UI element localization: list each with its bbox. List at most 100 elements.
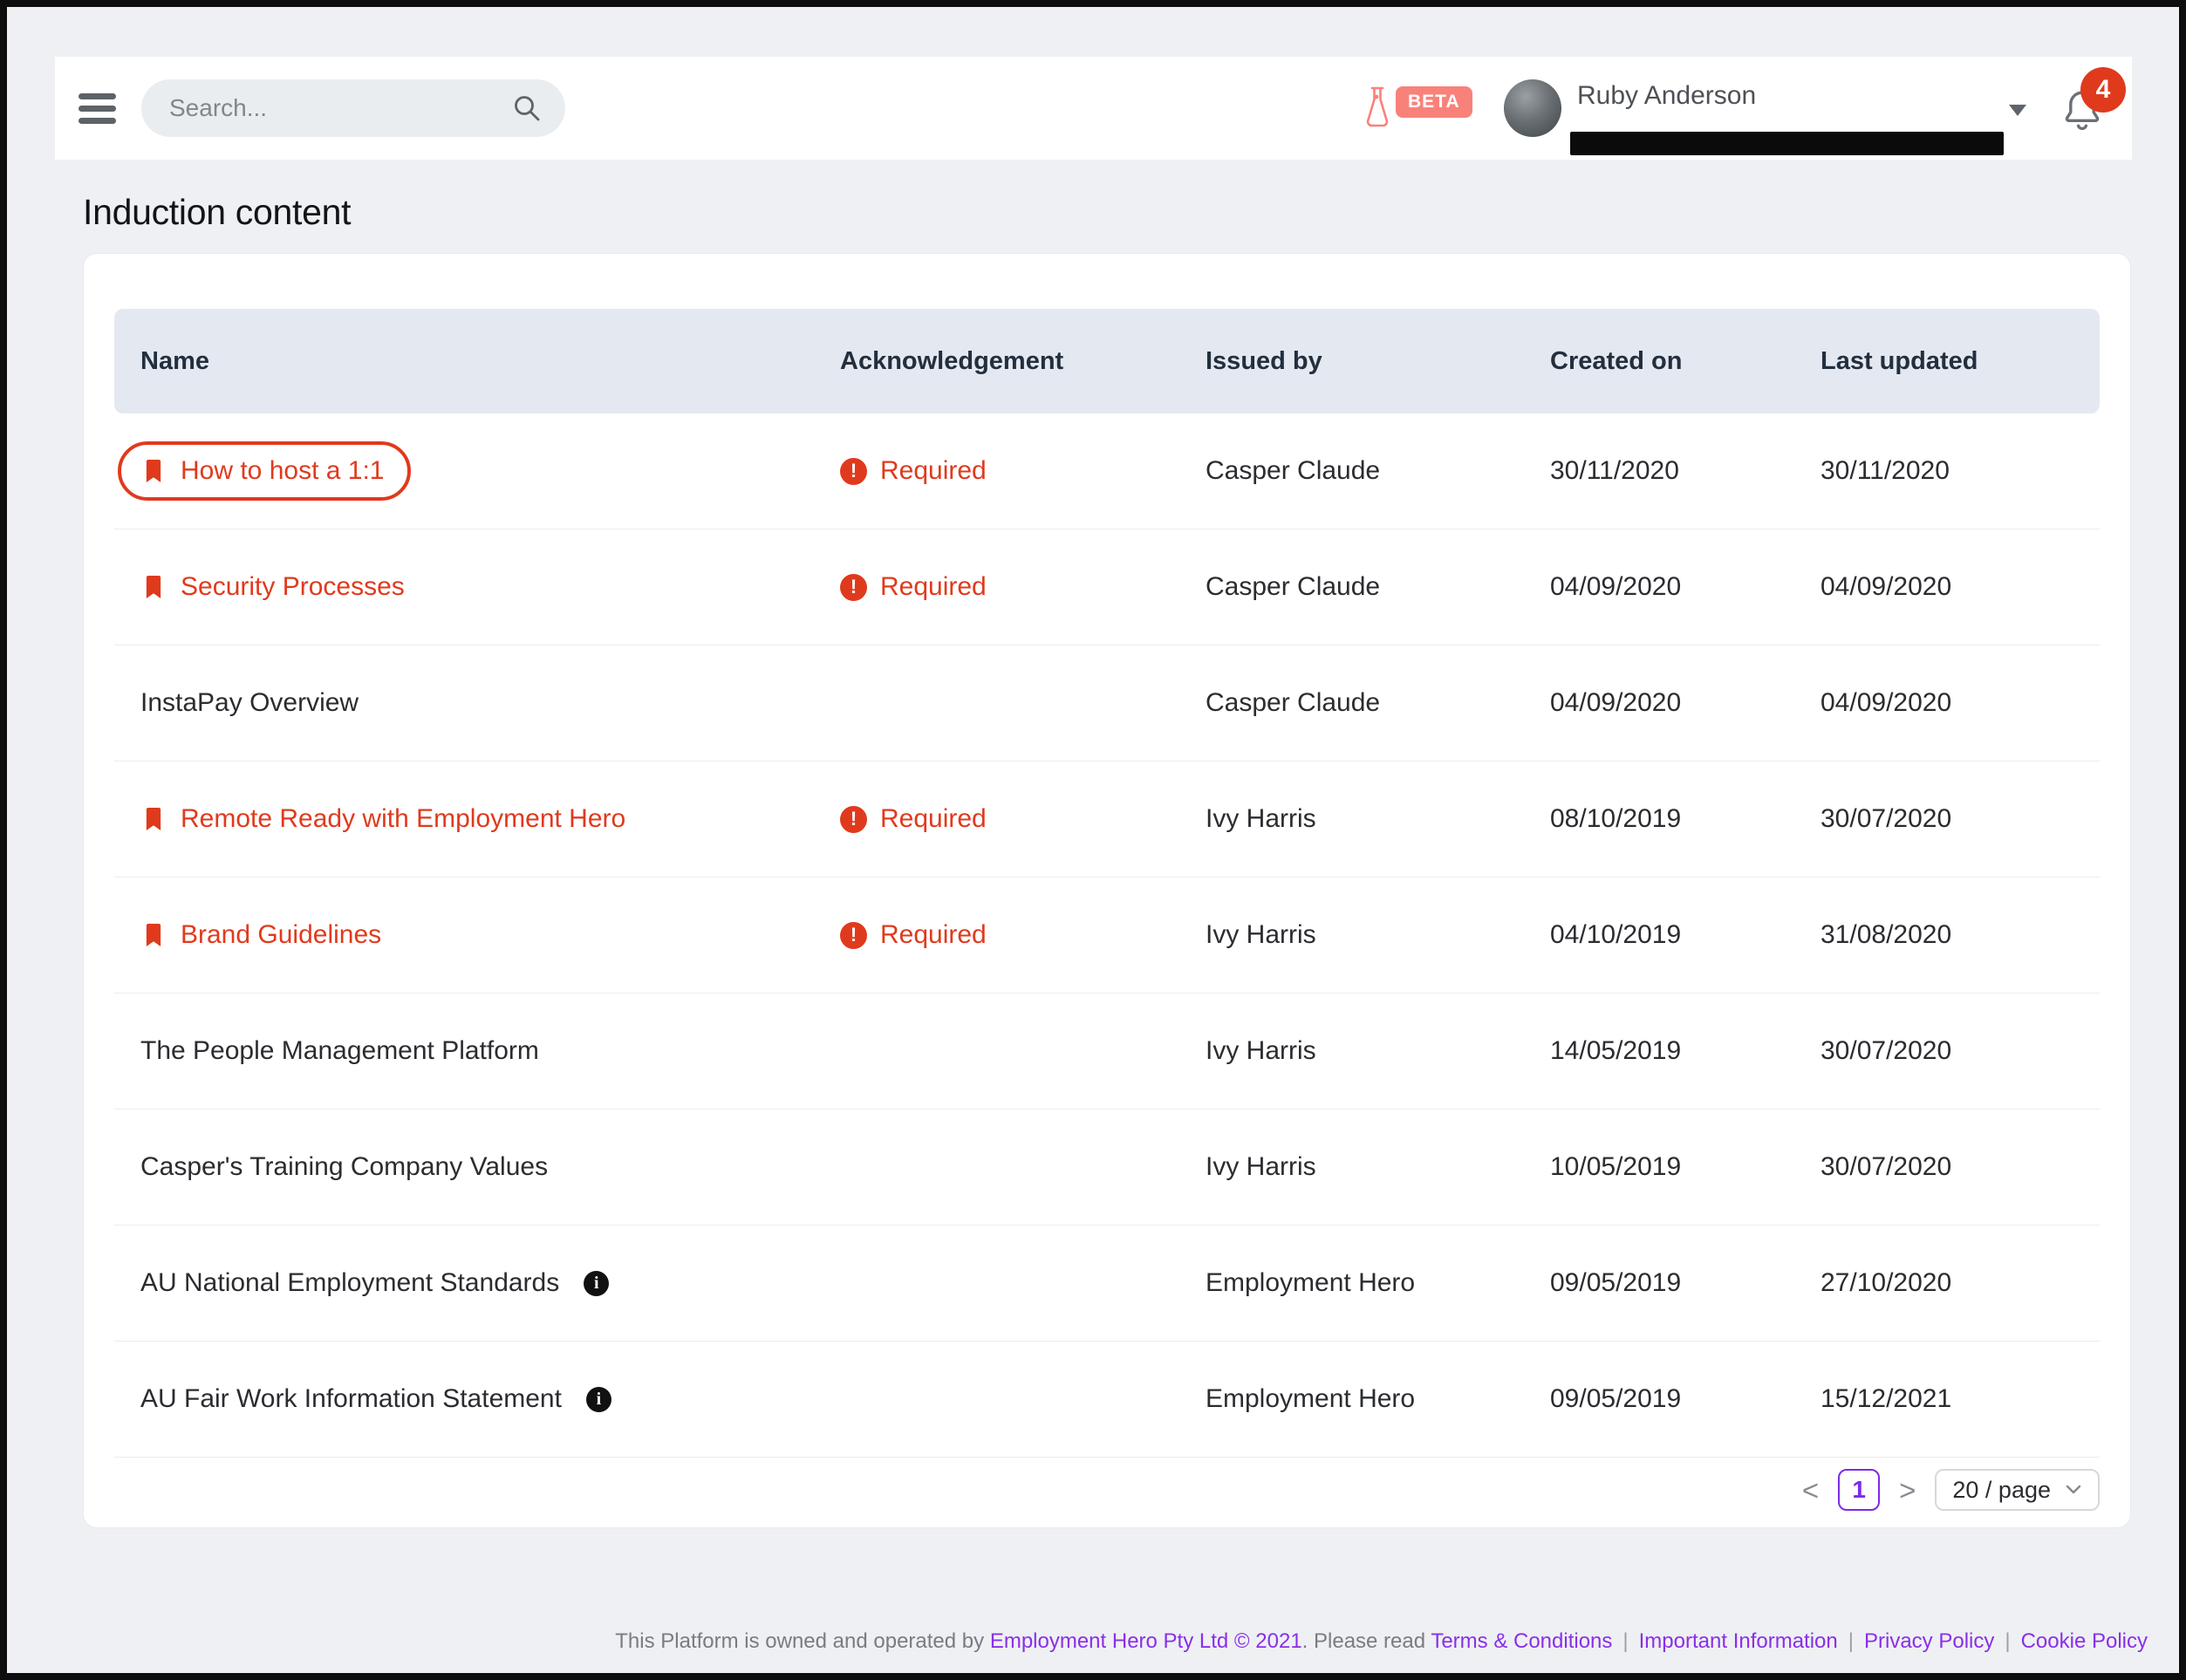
table-row[interactable]: AU National Employment Standards i Emplo… [114,1226,2100,1342]
column-header-issued-by: Issued by [1206,347,1550,376]
menu-icon[interactable] [79,89,117,127]
footer-link-company[interactable]: Employment Hero Pty Ltd © 2021 [990,1629,1302,1653]
content-name-link[interactable]: AU Fair Work Information Statement [140,1384,562,1414]
pagination: < 1 > 20 / page [114,1468,2100,1512]
beta-badge: BETA [1396,86,1472,118]
last-updated-cell: 31/08/2020 [1821,920,2100,950]
footer-separator: | [2005,1629,2010,1653]
acknowledgement-label: Required [880,572,987,602]
created-on-cell: 04/09/2020 [1550,572,1821,602]
issued-by-cell: Employment Hero [1206,1268,1550,1298]
name-cell: Security Processes [140,572,840,602]
bookmark-icon [140,921,167,950]
next-page-button[interactable]: > [1899,1476,1916,1505]
required-icon: ! [840,806,867,833]
last-updated-cell: 27/10/2020 [1821,1268,2100,1298]
name-cell: The People Management Platform [140,1036,840,1066]
info-icon[interactable]: i [584,1271,609,1296]
chevron-down-icon [2065,1484,2082,1496]
footer-link-important-information[interactable]: Important Information [1639,1629,1838,1653]
footer-link-terms[interactable]: Terms & Conditions [1431,1629,1612,1653]
footer-text: This Platform is owned and operated by [615,1629,990,1653]
chevron-down-icon[interactable] [2009,105,2026,116]
table-row[interactable]: Casper's Training Company Values Ivy Har… [114,1110,2100,1226]
created-on-cell: 30/11/2020 [1550,456,1821,486]
acknowledgement-cell: ! Required [840,804,1206,834]
required-icon: ! [840,458,867,485]
table-row[interactable]: How to host a 1:1 ! Required Casper Clau… [114,413,2100,529]
search-bar[interactable] [141,79,565,137]
created-on-cell: 04/10/2019 [1550,920,1821,950]
bookmark-icon [140,805,167,834]
table-row[interactable]: The People Management Platform Ivy Harri… [114,994,2100,1110]
table-row[interactable]: AU Fair Work Information Statement i Emp… [114,1342,2100,1458]
search-icon [511,92,543,124]
page-size-value: 20 / page [1952,1477,2051,1504]
content-name-link[interactable]: Remote Ready with Employment Hero [181,804,625,834]
notification-count-badge[interactable]: 4 [2080,67,2126,113]
name-cell: AU Fair Work Information Statement i [140,1384,840,1414]
name-cell: AU National Employment Standards i [140,1268,840,1298]
issued-by-cell: Ivy Harris [1206,920,1550,950]
bookmark-icon [140,573,167,602]
content-name-link[interactable]: The People Management Platform [140,1036,539,1066]
last-updated-cell: 30/07/2020 [1821,804,2100,834]
issued-by-cell: Casper Claude [1206,456,1550,486]
user-name[interactable]: Ruby Anderson [1577,81,1756,111]
footer-text: . Please read [1302,1629,1431,1653]
content-name-link[interactable]: Brand Guidelines [181,920,381,950]
created-on-cell: 10/05/2019 [1550,1152,1821,1182]
table-row[interactable]: Security Processes ! Required Casper Cla… [114,529,2100,645]
created-on-cell: 14/05/2019 [1550,1036,1821,1066]
required-icon: ! [840,574,867,601]
info-icon[interactable]: i [586,1387,611,1412]
page-size-select[interactable]: 20 / page [1935,1469,2100,1511]
issued-by-cell: Ivy Harris [1206,1036,1550,1066]
footer-link-cookie-policy[interactable]: Cookie Policy [2021,1629,2148,1653]
table-body: How to host a 1:1 ! Required Casper Clau… [114,413,2100,1458]
acknowledgement-cell: ! Required [840,456,1206,486]
acknowledgement-label: Required [880,804,987,834]
beta-flask-icon[interactable] [1365,83,1390,132]
column-header-created-on: Created on [1550,347,1821,376]
name-cell: Casper's Training Company Values [140,1152,840,1182]
created-on-cell: 04/09/2020 [1550,688,1821,718]
acknowledgement-label: Required [880,920,987,950]
issued-by-cell: Ivy Harris [1206,804,1550,834]
name-cell: InstaPay Overview [140,688,840,718]
footer-link-privacy-policy[interactable]: Privacy Policy [1864,1629,1994,1653]
bookmark-icon [140,457,167,486]
content-name-link[interactable]: Casper's Training Company Values [140,1152,548,1182]
last-updated-cell: 30/11/2020 [1821,456,2100,486]
table-row[interactable]: Remote Ready with Employment Hero ! Requ… [114,761,2100,878]
content-name-link[interactable]: InstaPay Overview [140,688,359,718]
column-header-last-updated: Last updated [1821,347,2100,376]
issued-by-cell: Employment Hero [1206,1384,1550,1414]
acknowledgement-label: Required [880,456,987,486]
content-name-link[interactable]: Security Processes [181,572,405,602]
search-input[interactable] [141,94,511,122]
notifications-button[interactable]: 4 [2058,65,2136,144]
last-updated-cell: 30/07/2020 [1821,1152,2100,1182]
avatar[interactable] [1504,79,1561,137]
name-cell: How to host a 1:1 [140,441,840,501]
created-on-cell: 08/10/2019 [1550,804,1821,834]
last-updated-cell: 04/09/2020 [1821,572,2100,602]
prev-page-button[interactable]: < [1802,1476,1819,1505]
current-page-button[interactable]: 1 [1838,1469,1880,1511]
last-updated-cell: 30/07/2020 [1821,1036,2100,1066]
column-header-acknowledgement: Acknowledgement [840,347,1206,376]
top-navigation-bar: BETA Ruby Anderson 4 [55,57,2132,160]
table-row[interactable]: Brand Guidelines ! Required Ivy Harris 0… [114,878,2100,994]
footer-separator: | [1848,1629,1854,1653]
page-title: Induction content [83,192,351,233]
acknowledgement-cell: ! Required [840,920,1206,950]
content-name-link[interactable]: How to host a 1:1 [181,456,384,486]
table-row[interactable]: InstaPay Overview Casper Claude 04/09/20… [114,645,2100,761]
column-header-name: Name [140,347,840,376]
redacted-email [1570,132,2004,155]
screen: BETA Ruby Anderson 4 Induction content N… [0,0,2186,1680]
acknowledgement-cell: ! Required [840,572,1206,602]
footer: This Platform is owned and operated by E… [7,1605,2148,1678]
content-name-link[interactable]: AU National Employment Standards [140,1268,559,1298]
